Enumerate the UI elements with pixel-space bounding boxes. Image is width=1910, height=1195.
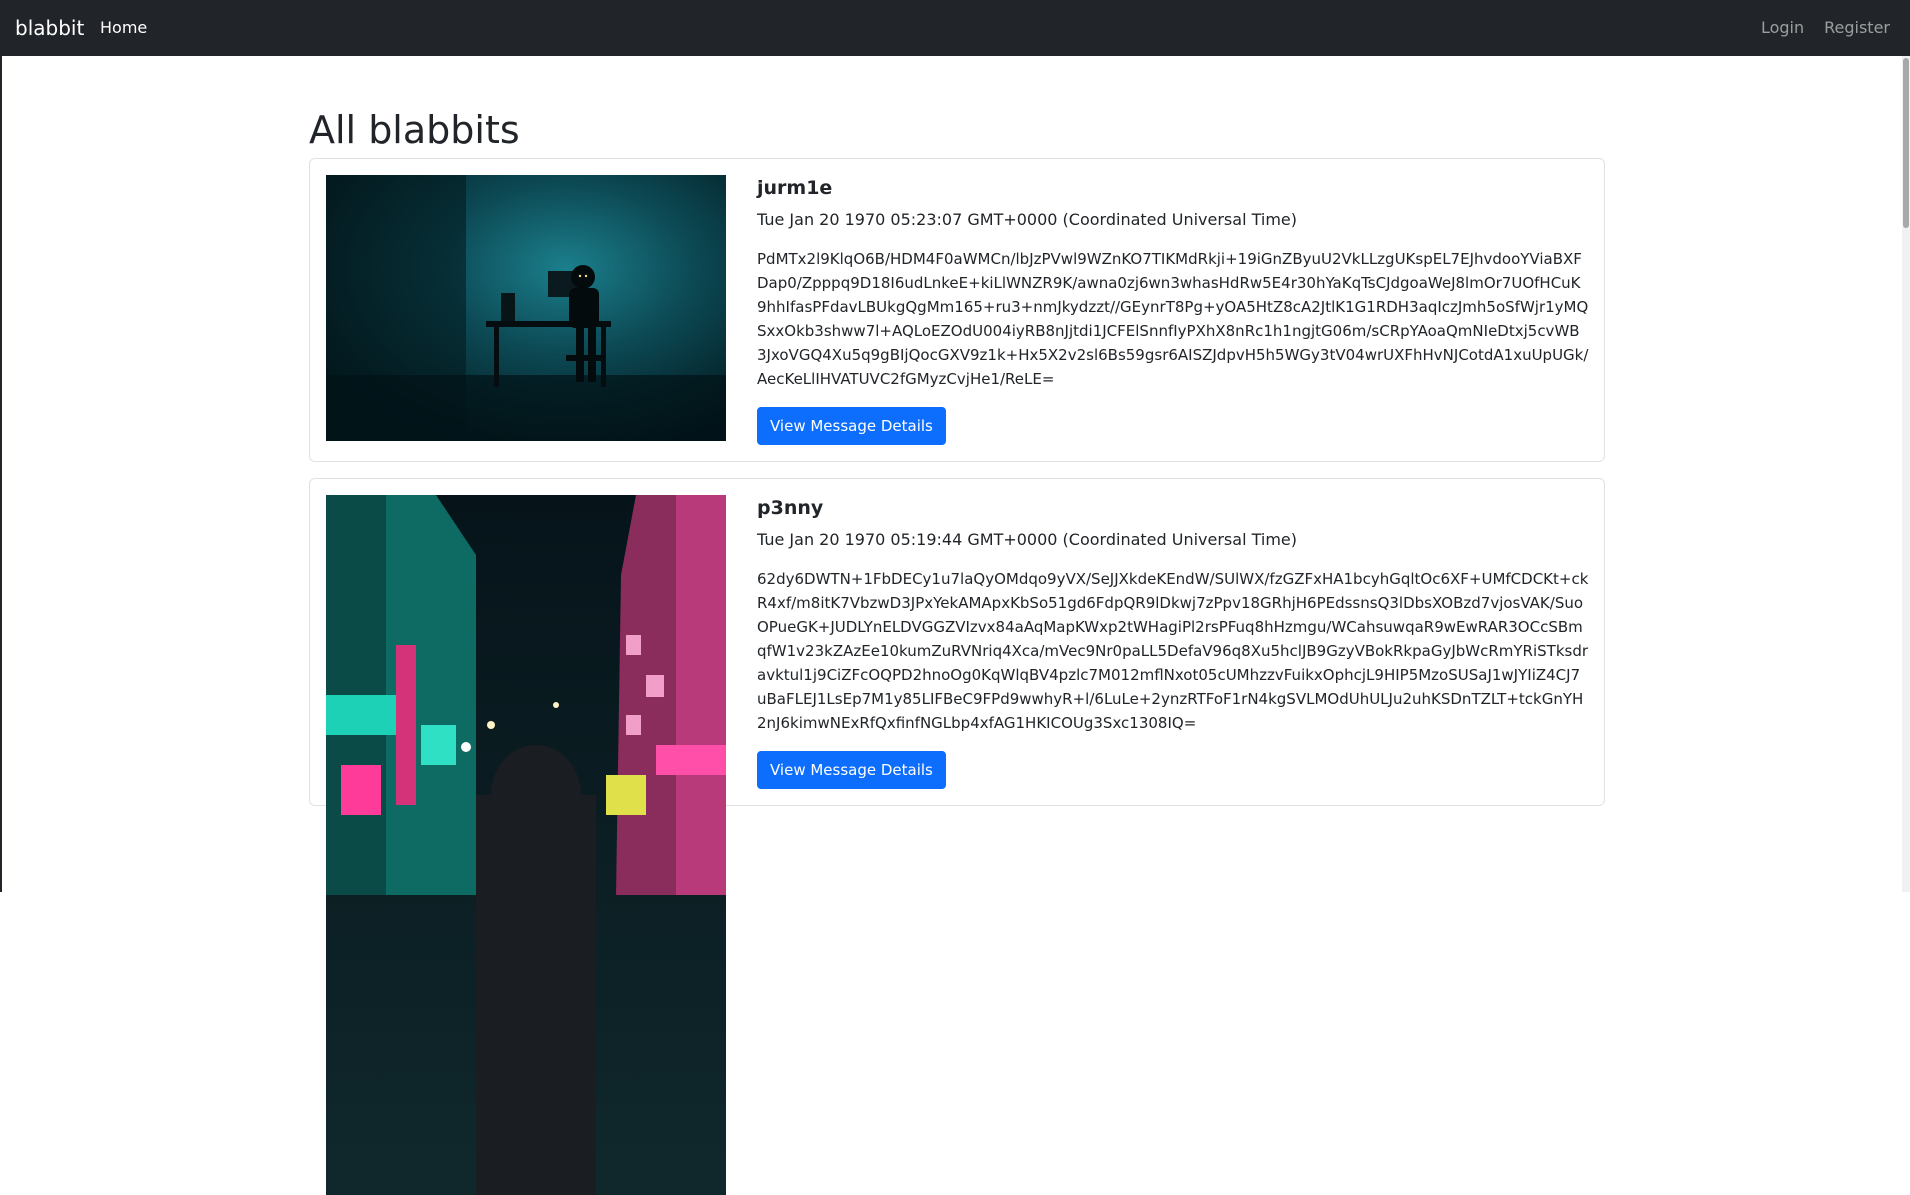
nav-register-link[interactable]: Register (1824, 17, 1890, 39)
view-message-details-button[interactable]: View Message Details (757, 407, 946, 445)
post-body: p3nny Tue Jan 20 1970 05:19:44 GMT+0000 … (757, 479, 1604, 805)
navbar: blabbit Home Login Register (0, 0, 1910, 56)
post-date: Tue Jan 20 1970 05:23:07 GMT+0000 (Coord… (757, 210, 1297, 229)
nav-auth-links: Login Register (1761, 17, 1890, 39)
post-image (326, 495, 726, 1195)
hacker-desk-image (326, 175, 726, 441)
scrollbar-thumb[interactable] (1903, 58, 1909, 228)
post-author: p3nny (757, 497, 824, 519)
post-card: p3nny Tue Jan 20 1970 05:19:44 GMT+0000 … (309, 478, 1605, 1195)
nav-login-link[interactable]: Login (1761, 17, 1804, 39)
vertical-scrollbar[interactable] (1902, 56, 1910, 892)
post-card: jurm1e Tue Jan 20 1970 05:23:07 GMT+0000… (309, 158, 1605, 462)
nav-home-link[interactable]: Home (100, 17, 147, 39)
post-date: Tue Jan 20 1970 05:19:44 GMT+0000 (Coord… (757, 530, 1297, 549)
post-image (326, 175, 726, 441)
view-message-details-button[interactable]: View Message Details (757, 751, 946, 789)
page-title: All blabbits (309, 108, 520, 152)
brand-logo-link[interactable]: blabbit (15, 15, 84, 41)
post-message: PdMTx2l9KlqO6B/HDM4F0aWMCn/lbJzPVwl9WZnK… (757, 250, 1589, 388)
post-author: jurm1e (757, 177, 833, 199)
neon-street-image (326, 495, 726, 1195)
post-message: 62dy6DWTN+1FbDECy1u7laQyOMdqo9yVX/SeJJXk… (757, 570, 1589, 732)
main-content: All blabbits jurm1e Tue Jan 20 1970 05:2… (309, 56, 1605, 1195)
page-edge (0, 56, 2, 892)
post-body: jurm1e Tue Jan 20 1970 05:23:07 GMT+0000… (757, 159, 1604, 461)
